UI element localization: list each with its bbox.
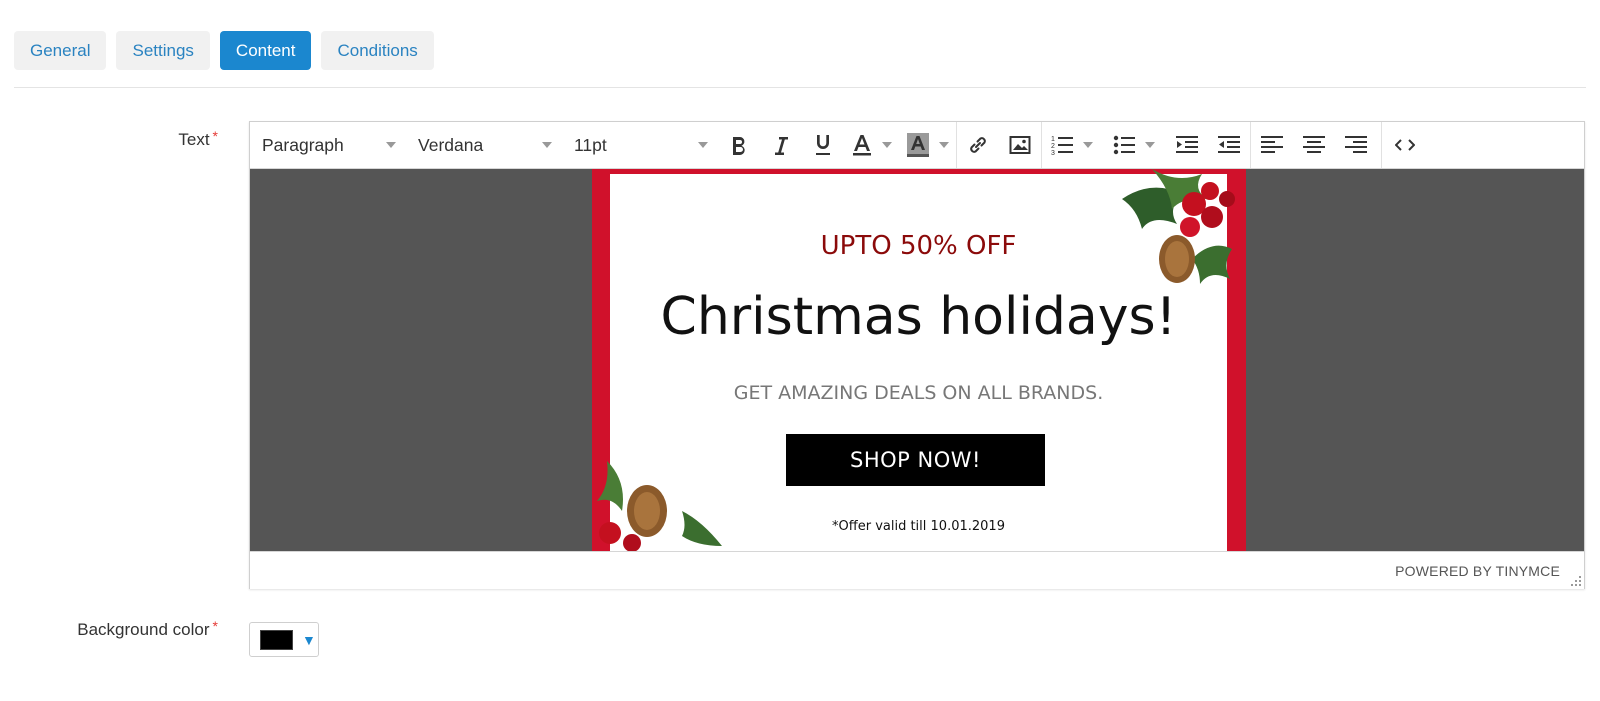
banner-subline: GET AMAZING DEALS ON ALL BRANDS.: [733, 382, 1104, 404]
chevron-down-icon: [939, 142, 949, 148]
insert-link-button[interactable]: [957, 122, 999, 168]
triangle-down-icon: ▼: [302, 631, 316, 648]
tab-conditions[interactable]: Conditions: [321, 31, 434, 70]
numbered-list-icon: 123: [1051, 134, 1073, 156]
source-code-button[interactable]: [1382, 122, 1428, 168]
resize-handle-icon[interactable]: [1571, 576, 1581, 586]
italic-icon: [772, 135, 790, 155]
editor-statusbar: POWERED BY TINYMCE: [250, 551, 1584, 589]
italic-button[interactable]: [760, 122, 802, 168]
editor-content-area[interactable]: UPTO 50% OFF Christmas holidays! GET AMA…: [250, 169, 1584, 551]
required-marker: *: [212, 128, 218, 144]
text-label: Text: [178, 130, 210, 149]
bullet-list-icon: [1113, 134, 1135, 156]
svg-text:3: 3: [1051, 150, 1055, 156]
tab-bar: General Settings Content Conditions: [14, 31, 434, 70]
outdent-button[interactable]: [1208, 122, 1250, 168]
color-swatch: [260, 629, 293, 650]
svg-text:1: 1: [1051, 136, 1055, 143]
indent-button[interactable]: [1166, 122, 1208, 168]
chevron-down-icon: [882, 142, 892, 148]
text-color-button[interactable]: [844, 122, 900, 168]
align-left-icon: [1261, 135, 1283, 155]
tab-content[interactable]: Content: [219, 31, 312, 70]
link-icon: [967, 134, 989, 156]
background-color-icon: [907, 133, 929, 157]
indent-icon: [1176, 135, 1198, 155]
align-right-button[interactable]: [1335, 122, 1377, 168]
chevron-down-icon: [1083, 142, 1093, 148]
rich-text-editor: Paragraph Verdana 11pt 1 2 3 UPTO 50% OF…: [249, 121, 1585, 589]
required-marker: *: [212, 618, 218, 634]
holly-decoration-icon: [1122, 169, 1235, 284]
block-format-dropdown[interactable]: Paragraph: [250, 122, 406, 168]
underline-icon: [814, 134, 832, 156]
image-icon: [1009, 135, 1031, 155]
font-family-value: Verdana: [418, 134, 484, 155]
tab-general[interactable]: General: [14, 31, 107, 70]
chevron-down-icon: [542, 142, 552, 148]
align-center-button[interactable]: [1293, 122, 1335, 168]
text-color-icon: [852, 134, 872, 156]
text-field-label: Text *: [178, 128, 218, 150]
font-family-dropdown[interactable]: Verdana: [406, 122, 562, 168]
underline-button[interactable]: [802, 122, 844, 168]
bold-button[interactable]: [718, 122, 760, 168]
chevron-down-icon: [1145, 142, 1155, 148]
align-left-button[interactable]: [1251, 122, 1293, 168]
chevron-down-icon: [698, 142, 708, 148]
christmas-banner: UPTO 50% OFF Christmas holidays! GET AMA…: [592, 169, 1246, 551]
bold-icon: [730, 135, 748, 155]
pinecone-decoration-icon: [597, 461, 722, 551]
align-center-icon: [1303, 135, 1325, 155]
outdent-icon: [1218, 135, 1240, 155]
font-size-dropdown[interactable]: 11pt: [562, 122, 718, 168]
font-size-value: 11pt: [574, 134, 607, 155]
source-code-icon: [1395, 138, 1415, 152]
insert-image-button[interactable]: [999, 122, 1041, 168]
background-color-button[interactable]: [900, 122, 956, 168]
background-color-picker[interactable]: ▼: [249, 622, 319, 657]
tab-settings[interactable]: Settings: [116, 31, 210, 70]
tab-divider: [14, 87, 1586, 88]
powered-by-text: POWERED BY TINYMCE: [1395, 563, 1560, 579]
editor-toolbar: Paragraph Verdana 11pt 1 2 3: [250, 122, 1584, 169]
align-right-icon: [1345, 135, 1367, 155]
numbered-list-button[interactable]: 123: [1042, 122, 1102, 168]
chevron-down-icon: [386, 142, 396, 148]
background-color-label: Background color: [77, 620, 210, 639]
block-format-value: Paragraph: [262, 134, 344, 155]
background-color-field-label: Background color *: [77, 618, 218, 640]
shop-now-button[interactable]: SHOP NOW!: [786, 434, 1045, 486]
svg-text:2: 2: [1051, 143, 1055, 150]
bullet-list-button[interactable]: [1102, 122, 1166, 168]
